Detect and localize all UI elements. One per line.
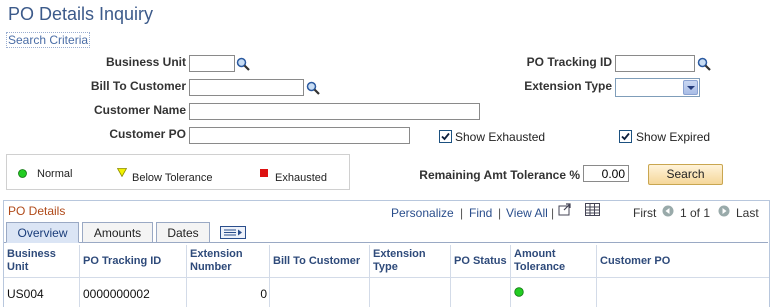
column-header-amount-tolerance: Amount Tolerance [514,248,566,273]
last-label: Last [736,206,759,220]
show-exhausted-label: Show Exhausted [455,130,546,144]
row-range: 1 of 1 [680,206,711,220]
column-header-business-unit: Business Unit [7,248,56,273]
column-divider [450,245,451,307]
personalize-link[interactable]: Personalize [391,206,454,220]
business-unit-label: Business Unit [105,55,186,69]
po-tracking-id-input[interactable] [615,55,695,72]
show-exhausted-checkbox[interactable] [439,130,452,143]
normal-status-icon [514,287,524,297]
column-header-po-tracking-id: PO Tracking ID [83,255,162,267]
tab-overview[interactable]: Overview [6,222,79,243]
exhausted-status-icon [260,169,268,177]
show-expired-checkbox[interactable] [619,130,632,143]
customer-po-label: Customer PO [109,127,186,141]
po-tracking-id-label: PO Tracking ID [526,55,612,69]
bill-to-customer-lookup-icon[interactable] [306,81,320,95]
column-divider [269,245,270,307]
column-divider [369,245,370,307]
customer-name-label: Customer Name [93,103,186,117]
column-header-bill-to-customer: Bill To Customer [273,255,361,267]
customer-name-input[interactable] [189,103,480,120]
next-icon[interactable] [718,205,730,217]
first-label: First [633,206,657,220]
page-title: PO Details Inquiry [8,4,154,24]
column-divider [596,245,597,307]
business-unit-input[interactable] [189,55,235,72]
business-unit-lookup-icon[interactable] [236,57,250,71]
legend-below-tolerance-label: Below Tolerance [132,172,213,184]
column-divider [510,245,511,307]
nav-separator: | [551,206,555,220]
column-header-extension-type: Extension Type [373,248,426,273]
normal-status-icon [18,169,27,178]
customer-po-input[interactable] [189,127,410,144]
tab-dates[interactable]: Dates [156,222,210,243]
spreadsheet-download-icon[interactable] [585,203,600,216]
nav-separator: | [498,206,502,220]
tab-amounts[interactable]: Amounts [82,222,153,243]
po-details-title: PO Details [8,204,66,218]
cell-extension-number: 0 [260,287,267,301]
extension-type-select[interactable] [615,78,700,97]
bill-to-customer-input[interactable] [189,79,304,96]
show-all-columns-icon[interactable] [220,226,246,239]
column-header-po-status: PO Status [454,255,507,267]
search-button[interactable]: Search [648,164,723,185]
previous-icon[interactable] [662,205,674,217]
legend-exhausted-label: Exhausted [275,172,327,184]
column-header-extension-number: Extension Number [190,248,243,273]
below-tolerance-icon [117,168,127,177]
bill-to-customer-label: Bill To Customer [90,79,186,93]
cell-business-unit: US004 [7,287,44,301]
checkmark-icon [621,132,630,141]
po-tracking-id-lookup-icon[interactable] [697,57,711,71]
extension-type-label: Extension Type [524,79,612,93]
legend-normal-label: Normal [37,168,73,180]
cell-po-tracking-id: 0000000002 [83,287,150,301]
nav-separator: | [460,206,464,220]
header-divider [4,277,769,278]
search-criteria-link[interactable]: Search Criteria [6,32,91,48]
column-divider [79,245,80,307]
view-all-link[interactable]: View All [506,206,548,220]
column-header-customer-po: Customer PO [600,255,671,267]
checkmark-icon [441,132,450,141]
show-expired-label: Show Expired [636,130,711,144]
chevron-down-icon[interactable] [683,80,698,95]
remaining-amt-tolerance-input[interactable] [583,165,629,182]
new-window-icon[interactable] [558,203,572,216]
remaining-amt-tolerance-label: Remaining Amt Tolerance % [419,168,580,182]
find-link[interactable]: Find [469,206,492,220]
